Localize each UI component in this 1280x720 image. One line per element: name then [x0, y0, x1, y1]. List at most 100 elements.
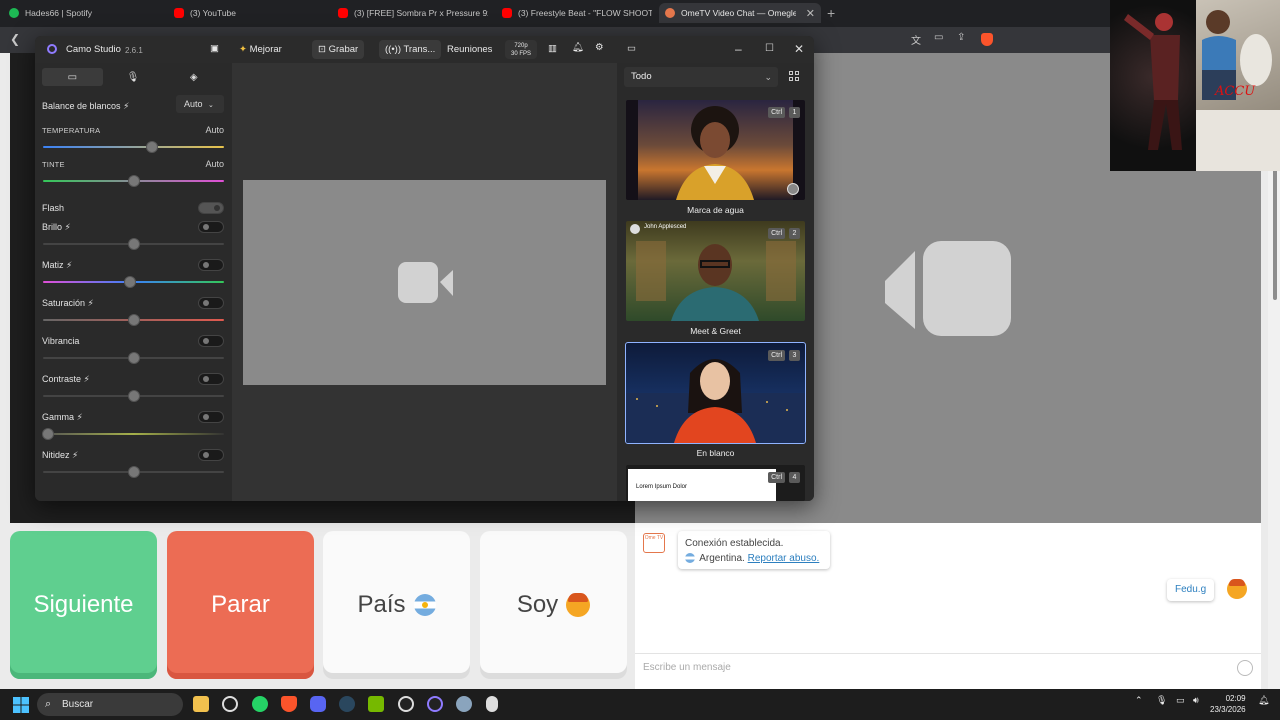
slider-knob[interactable]: [123, 276, 136, 288]
slider-knob[interactable]: [127, 175, 140, 187]
tab-video[interactable]: ▭: [42, 68, 103, 86]
chevron-down-icon: ⌄: [208, 102, 214, 109]
gamma-toggle[interactable]: [198, 411, 224, 423]
obs-icon[interactable]: [398, 696, 414, 712]
scene-thumbnail-4[interactable]: Lorem Ipsum Dolor Ctrl 4: [626, 465, 805, 501]
scene-thumbnail-2[interactable]: John Applesced Ctrl 2: [626, 221, 805, 321]
steam-icon[interactable]: [339, 696, 355, 712]
grid-view-icon[interactable]: [789, 71, 800, 82]
slider-knob[interactable]: [127, 352, 140, 364]
slider-knob[interactable]: [145, 141, 158, 153]
scene-name-1: Marca de agua: [687, 205, 744, 215]
scene-filter-select[interactable]: Todo ⌄: [624, 67, 778, 87]
camo-titlebar: Camo Studio 2.6.1 ▣ ✦ Mejorar ⊡ Grabar (…: [35, 36, 814, 63]
cast-icon[interactable]: ▭: [934, 32, 943, 43]
saturation-slider[interactable]: [43, 314, 224, 326]
panel-tabs: ▭ 🎙︎ ◈: [42, 68, 224, 86]
vibrance-slider[interactable]: [43, 352, 224, 364]
white-balance-select[interactable]: Auto ⌄: [176, 95, 224, 113]
record-button[interactable]: ⊡ Grabar: [312, 40, 365, 59]
mouse-app-icon[interactable]: [486, 696, 498, 712]
enhance-button[interactable]: ✦ Mejorar: [239, 44, 282, 55]
hue-toggle[interactable]: [198, 259, 224, 271]
notification-icon[interactable]: 🔔︎: [1258, 695, 1269, 706]
slider-knob[interactable]: [127, 314, 140, 326]
next-button[interactable]: Siguiente: [10, 531, 157, 679]
sharpness-slider[interactable]: [43, 466, 224, 478]
tab-ometv[interactable]: OmeTV Video Chat — Omegle... ✕: [659, 3, 821, 23]
scene-thumbnail-3[interactable]: Ctrl 3: [625, 342, 806, 444]
temperature-value: Auto: [205, 125, 224, 135]
scene-thumbnail-1[interactable]: Ctrl 1: [626, 100, 805, 200]
flash-toggle[interactable]: [198, 202, 224, 214]
taskbar-clock[interactable]: 02:09 23/3/2026: [1210, 693, 1246, 715]
emoji-icon[interactable]: [1237, 660, 1253, 676]
tab-youtube-video-1[interactable]: (3) [FREE] Sombra Pr x Pressure 9x19...: [338, 3, 488, 23]
gender-label: Soy: [516, 591, 559, 618]
brave-icon[interactable]: [281, 696, 297, 712]
country-button[interactable]: País: [323, 531, 470, 679]
resolution-badge[interactable]: 720p 30 FPS: [505, 40, 538, 59]
contrast-slider[interactable]: [43, 390, 224, 402]
gear-icon[interactable]: ⚙: [595, 42, 604, 53]
tab-audio[interactable]: 🎙︎: [103, 68, 164, 86]
gender-button[interactable]: Soy: [480, 531, 627, 679]
slider-knob[interactable]: [127, 466, 140, 478]
microphone-icon[interactable]: 🎙︎: [1156, 695, 1167, 706]
sharpness-toggle[interactable]: [198, 449, 224, 461]
ometv-logo: Ome TV: [643, 533, 665, 553]
temperature-label: TEMPERATURA: [42, 126, 101, 135]
tint-slider[interactable]: [43, 175, 224, 187]
file-explorer-icon[interactable]: [193, 696, 209, 712]
discord-icon[interactable]: [310, 696, 326, 712]
brightness-slider[interactable]: [43, 238, 224, 250]
camo-taskbar-icon[interactable]: [427, 696, 443, 712]
taskbar-search[interactable]: ⌕ Buscar: [37, 693, 183, 716]
flash-label: Flash: [42, 203, 65, 213]
close-icon[interactable]: ✕: [794, 42, 804, 56]
brave-shield-icon[interactable]: [981, 33, 993, 46]
temperature-slider[interactable]: [43, 141, 224, 153]
tab-youtube-video-2[interactable]: (3) Freestyle Beat - "FLOW SHOOTER": [502, 3, 652, 23]
layout-columns-icon[interactable]: ▥: [548, 43, 557, 54]
windows-start-icon[interactable]: [13, 697, 29, 713]
tab-youtube[interactable]: (3) YouTube: [174, 3, 324, 23]
saturation-label: Saturación ⚡︎: [42, 298, 94, 308]
saturation-toggle[interactable]: [198, 297, 224, 309]
slider-knob[interactable]: [127, 390, 140, 402]
record-label: Grabar: [328, 44, 359, 55]
stream-button[interactable]: ((•)) Trans...: [379, 40, 442, 59]
meetings-button[interactable]: Reuniones: [447, 44, 492, 55]
slider-knob[interactable]: [42, 428, 55, 440]
message-input[interactable]: Escribe un mensaje: [635, 653, 1261, 681]
bell-icon[interactable]: 🔔︎: [572, 42, 584, 53]
brightness-toggle[interactable]: [198, 221, 224, 233]
gamma-slider[interactable]: [42, 428, 224, 440]
translate-icon[interactable]: 文: [911, 32, 921, 47]
volume-icon[interactable]: 🔊︎: [1193, 695, 1199, 706]
back-icon[interactable]: ❮: [10, 32, 20, 46]
tab-layers[interactable]: ◈: [163, 68, 224, 86]
whatsapp-icon[interactable]: [252, 696, 268, 712]
gamma-label: Gamma ⚡︎: [42, 412, 83, 422]
nvidia-icon[interactable]: [368, 696, 384, 712]
panel-toggle-icon[interactable]: ▭: [627, 43, 636, 54]
new-tab-button[interactable]: +: [827, 5, 835, 21]
slider-knob[interactable]: [127, 238, 140, 250]
clock-time: 02:09: [1225, 694, 1246, 703]
share-icon[interactable]: ⇪: [957, 32, 965, 43]
stop-button[interactable]: Parar: [167, 531, 314, 679]
chatgpt-icon[interactable]: [222, 696, 238, 712]
close-tab-icon[interactable]: ✕: [806, 7, 815, 20]
network-icon[interactable]: ▭: [1176, 695, 1185, 706]
chevron-up-icon[interactable]: ⌃: [1135, 695, 1143, 706]
tab-spotify[interactable]: Hades66 | Spotify: [9, 3, 159, 23]
minimize-icon[interactable]: –: [735, 42, 742, 56]
maximize-icon[interactable]: ☐: [765, 43, 774, 54]
contrast-toggle[interactable]: [198, 373, 224, 385]
vibrance-toggle[interactable]: [198, 335, 224, 347]
report-abuse-link[interactable]: Reportar abuso.: [748, 553, 820, 564]
sidebar-toggle-icon[interactable]: ▣: [210, 43, 219, 54]
settings-icon[interactable]: [456, 696, 472, 712]
hue-slider[interactable]: [43, 276, 224, 288]
